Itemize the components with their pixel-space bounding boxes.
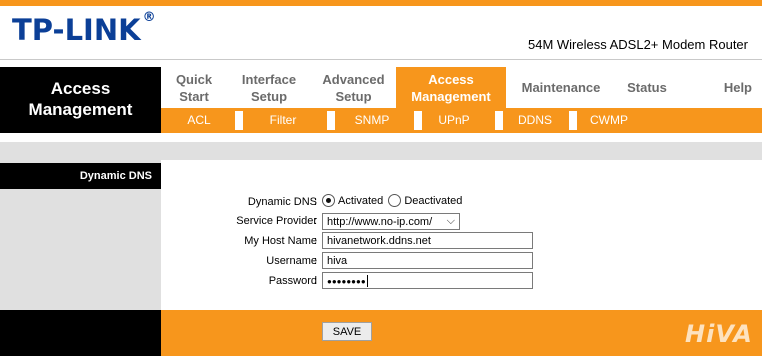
activated-radio[interactable] <box>322 194 335 207</box>
tp-link-logo: TP-LINK ® <box>12 10 156 47</box>
submenu-separator <box>235 111 243 130</box>
save-button[interactable]: SAVE <box>322 322 372 341</box>
service-provider-select[interactable]: http://www.no-ip.com/ ⌵ <box>322 213 460 230</box>
host-name-label: My Host Name <box>244 235 317 247</box>
password-input[interactable]: ●●●●●●●● <box>322 272 533 289</box>
password-dots: ●●●●●●●● <box>327 277 366 286</box>
text-cursor <box>366 275 368 288</box>
submenu-separator <box>414 111 422 130</box>
colon: : <box>314 255 318 267</box>
activated-label: Activated <box>338 194 384 207</box>
menu-quick-start[interactable]: Quick Start <box>161 67 227 108</box>
sidebar-title: Dynamic DNS <box>0 163 161 189</box>
submenu-ddns[interactable]: DDNS <box>504 108 566 133</box>
chevron-down-icon: ⌵ <box>446 215 455 227</box>
submenu-cwmp[interactable]: CWMP <box>579 108 639 133</box>
top-accent-line <box>0 0 762 6</box>
dynamic-dns-row: Dynamic DNS : Activated Deactivated <box>161 193 762 213</box>
menu-access-management[interactable]: Access Management <box>396 67 506 108</box>
submenu-filter[interactable]: Filter <box>245 108 321 133</box>
host-name-row: My Host Name : hivanetwork.ddns.net <box>161 232 762 252</box>
footer-left <box>0 310 161 356</box>
service-provider-label: Service Provider <box>236 215 317 227</box>
password-label: Password <box>268 275 317 287</box>
deactivated-radio[interactable] <box>388 194 402 207</box>
submenu-acl[interactable]: ACL <box>171 108 227 133</box>
password-row: Password : ●●●●●●●● <box>161 272 762 292</box>
submenu-snmp[interactable]: SNMP <box>337 108 407 133</box>
colon: : <box>314 235 318 247</box>
colon: : <box>314 196 318 208</box>
username-row: Username : hiva <box>161 252 762 272</box>
footer-bar <box>161 310 762 356</box>
submenu-separator <box>495 111 503 130</box>
colon: : <box>314 215 318 227</box>
header-divider <box>0 59 762 60</box>
menu-advanced-setup[interactable]: Advanced Setup <box>311 67 396 108</box>
menu-interface-setup[interactable]: Interface Setup <box>227 67 311 108</box>
dynamic-dns-label: Dynamic DNS <box>247 196 317 208</box>
deactivated-label: Deactivated <box>404 194 463 207</box>
hiva-watermark-logo: HiVA <box>685 320 753 348</box>
submenu-separator <box>327 111 335 130</box>
submenu-upnp[interactable]: UPnP <box>423 108 485 133</box>
main-menu: Quick Start Interface Setup Advanced Setup … <box>161 67 762 108</box>
sub-menu: ACL Filter SNMP UPnP DDNS CWMP <box>161 108 762 133</box>
menu-help[interactable]: Help <box>678 67 762 108</box>
menu-maintenance[interactable]: Maintenance <box>506 67 616 108</box>
service-provider-value: http://www.no-ip.com/ <box>327 216 433 228</box>
model-name: 54M Wireless ADSL2+ Modem Router <box>527 37 748 52</box>
submenu-separator <box>569 111 577 130</box>
host-name-input[interactable]: hivanetwork.ddns.net <box>322 232 533 249</box>
dynamic-dns-radio-group: Activated Deactivated <box>322 194 464 207</box>
colon: : <box>314 275 318 287</box>
service-provider-row: Service Provider : http://www.no-ip.com/… <box>161 212 762 232</box>
username-label: Username <box>266 255 317 267</box>
username-input[interactable]: hiva <box>322 252 533 269</box>
section-title: Access Management <box>0 67 161 133</box>
menu-status[interactable]: Status <box>616 67 678 108</box>
gray-divider-bar <box>0 142 762 160</box>
